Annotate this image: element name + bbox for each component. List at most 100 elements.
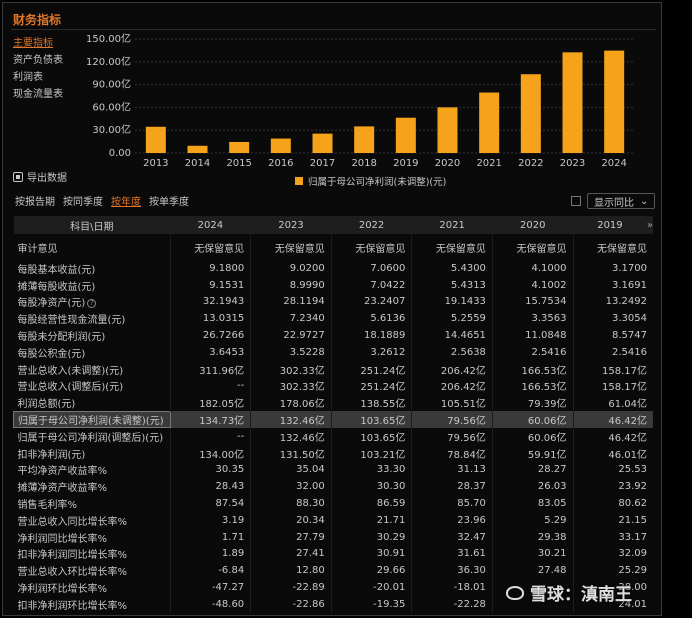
header-year[interactable]: 2022 bbox=[331, 216, 412, 234]
cell-value: 132.46亿 bbox=[250, 427, 332, 445]
cell-value: 5.2559 bbox=[411, 310, 493, 328]
cell-value: 9.1800 bbox=[169, 260, 251, 277]
row-label-text: 扣非净利润(元) bbox=[17, 449, 86, 461]
table-row[interactable]: 营业总收入环比增长率% -6.84 12.80 29.66 36.30 27.48 25.2… bbox=[14, 562, 653, 580]
cell-value: 5.29 bbox=[491, 511, 573, 529]
cell-value: 79.56亿 bbox=[411, 411, 493, 428]
info-icon[interactable]: ? bbox=[87, 298, 97, 308]
table-row[interactable]: 摊薄净资产收益率% 28.43 32.00 30.30 28.37 26.03 23.92 bbox=[14, 478, 653, 496]
table-row[interactable]: 每股未分配利润(元) 26.7266 22.9727 18.1889 14.4651 11… bbox=[14, 327, 653, 344]
cell-value: 86.59 bbox=[330, 495, 412, 512]
row-label: 平均净资产收益率% bbox=[14, 462, 171, 479]
cell-value: 3.3054 bbox=[572, 310, 653, 328]
cell-value: 79.39亿 bbox=[491, 394, 573, 412]
cell-value: 7.2340 bbox=[250, 310, 332, 328]
cell-value: 30.35 bbox=[169, 461, 251, 479]
bar bbox=[562, 52, 583, 153]
y-tick-label: 90.00亿 bbox=[92, 78, 131, 91]
table-row[interactable]: 每股基本收益(元) 9.1800 9.0200 7.0600 5.4300 4.1000 3… bbox=[14, 260, 653, 277]
row-label-text: 摊薄净资产收益率% bbox=[17, 483, 108, 495]
period-tab[interactable]: 按年度 bbox=[111, 193, 141, 208]
cell-value: 132.46亿 bbox=[250, 411, 332, 428]
header-year[interactable]: 2024 bbox=[170, 216, 251, 234]
yoy-toggle: 显示同比 ⌄ bbox=[571, 193, 656, 209]
cell-value: 33.30 bbox=[330, 461, 412, 479]
yoy-dropdown[interactable]: 显示同比 ⌄ bbox=[587, 193, 656, 209]
export-data-button[interactable]: 导出数据 bbox=[13, 169, 67, 184]
cell-value: 251.24亿 bbox=[330, 360, 412, 378]
header-year[interactable]: 2023 bbox=[250, 216, 332, 234]
table-row[interactable]: 销售毛利率% 87.54 88.30 86.59 85.70 83.05 80.62 bbox=[14, 495, 653, 512]
period-tab[interactable]: 按单季度 bbox=[149, 193, 189, 208]
table-row[interactable]: 营业总收入(未调整)(元) 311.96亿 302.33亿 251.24亿 206.42… bbox=[14, 360, 653, 378]
x-tick-label: 2016 bbox=[268, 158, 293, 169]
x-tick-label: 2017 bbox=[310, 158, 335, 169]
period-tab[interactable]: 按同季度 bbox=[63, 193, 103, 208]
x-tick-label: 2020 bbox=[435, 158, 460, 169]
table-header-row: 科目\日期 2024 2023 2022 2021 2020 2019» bbox=[13, 216, 653, 234]
table-row[interactable]: 每股净资产(元)? 32.1943 28.1194 23.2407 19.1433 15.… bbox=[14, 293, 653, 311]
row-label: 利润总额(元) bbox=[14, 394, 171, 411]
export-icon bbox=[13, 171, 23, 182]
row-label: 营业总收入(调整后)(元) bbox=[14, 378, 171, 395]
cell-value: 88.30 bbox=[250, 495, 332, 512]
cell-value: 46.42亿 bbox=[572, 411, 653, 428]
row-label-text: 每股基本收益(元) bbox=[17, 264, 96, 276]
cell-value: 26.7266 bbox=[169, 327, 251, 344]
table-row[interactable]: 归属于母公司净利润(未调整)(元) 134.73亿 132.46亿 103.65亿 79… bbox=[13, 410, 653, 429]
financial-panel: 财务指标 主要指标 资产负债表 利润表 现金流量表 150.00亿 120.00亿 90.… bbox=[2, 2, 662, 616]
table-row[interactable]: 营业总收入同比增长率% 3.19 20.34 21.71 23.96 5.29 21.15 bbox=[14, 511, 653, 529]
table-row[interactable]: 每股公积金(元) 3.6453 3.5228 3.2612 2.5638 2.5416 2.… bbox=[14, 343, 653, 361]
table-row[interactable]: 净利润同比增长率% 1.71 27.79 30.29 32.47 29.38 33.17 bbox=[14, 528, 653, 546]
cell-value: 29.66 bbox=[330, 562, 412, 580]
table-row[interactable]: 审计意见 无保留意见 无保留意见 无保留意见 无保留意见 无保留意见 无保留意见 bbox=[14, 234, 653, 260]
cell-value: 103.65亿 bbox=[330, 427, 412, 445]
cell-value: 3.1691 bbox=[572, 276, 653, 294]
cell-value: 无保留意见 bbox=[411, 234, 493, 260]
row-label: 每股基本收益(元) bbox=[14, 260, 171, 277]
cell-value: -20.01 bbox=[330, 579, 412, 596]
row-label-text: 摊薄每股收益(元) bbox=[17, 281, 96, 293]
legend-label: 归属于母公司净利润(未调整)(元) bbox=[308, 176, 446, 188]
table-row[interactable]: 利润总额(元) 182.05亿 178.06亿 138.55亿 105.51亿 79.39… bbox=[14, 394, 653, 412]
cell-value: 13.2492 bbox=[572, 293, 653, 311]
table-row[interactable]: 每股经营性现金流量(元) 13.0315 7.2340 5.6136 5.2559 3.3… bbox=[14, 310, 653, 328]
row-label: 销售毛利率% bbox=[14, 495, 171, 512]
header-year[interactable]: 2021 bbox=[411, 216, 493, 234]
cell-value: 30.21 bbox=[491, 545, 573, 563]
x-tick-label: 2014 bbox=[185, 158, 210, 169]
row-label-text: 每股公积金(元) bbox=[17, 348, 86, 360]
table-row[interactable]: 扣非净利润(元) 134.00亿 131.50亿 103.21亿 78.84亿 59.91… bbox=[14, 444, 653, 462]
cell-value: 3.19 bbox=[169, 511, 251, 529]
header-year[interactable]: 2020 bbox=[492, 216, 573, 234]
row-label: 每股未分配利润(元) bbox=[14, 327, 171, 344]
cell-value: 158.17亿 bbox=[572, 377, 653, 395]
yoy-checkbox[interactable] bbox=[571, 196, 581, 206]
table-row[interactable]: 平均净资产收益率% 30.35 35.04 33.30 31.13 28.27 25.53 bbox=[14, 461, 653, 479]
cell-value: 23.96 bbox=[411, 511, 493, 529]
header-year[interactable]: 2019» bbox=[573, 216, 653, 234]
table-row[interactable]: 归属于母公司净利润(调整后)(元) -- 132.46亿 103.65亿 79.56亿 6… bbox=[14, 427, 653, 445]
row-label: 摊薄每股收益(元) bbox=[14, 277, 171, 294]
bar bbox=[354, 126, 375, 153]
row-label: 扣非净利润环比增长率% bbox=[14, 596, 171, 613]
period-tab[interactable]: 按报告期 bbox=[15, 193, 55, 208]
cell-value: 28.27 bbox=[491, 461, 573, 479]
cell-value: 134.00亿 bbox=[169, 444, 251, 462]
row-label-text: 净利润同比增长率% bbox=[17, 533, 108, 545]
cell-value: 33.17 bbox=[572, 528, 653, 546]
cell-value: 27.79 bbox=[250, 528, 332, 546]
cell-value: 105.51亿 bbox=[411, 394, 493, 412]
x-tick-label: 2013 bbox=[143, 158, 168, 169]
bar bbox=[187, 145, 208, 153]
scroll-right-icon[interactable]: » bbox=[647, 220, 653, 231]
table-row[interactable]: 摊薄每股收益(元) 9.1531 8.9990 7.0422 5.4313 4.1002 3… bbox=[14, 276, 653, 294]
cell-value: 无保留意见 bbox=[572, 234, 653, 260]
table-row[interactable]: 营业总收入(调整后)(元) -- 302.33亿 251.24亿 206.42亿 166.… bbox=[14, 377, 653, 395]
table-row[interactable]: 扣非净利润同比增长率% 1.89 27.41 30.91 31.61 30.21 32.09 bbox=[14, 545, 653, 563]
period-tabs: 按报告期 按同季度 按年度 按单季度 bbox=[15, 193, 189, 208]
cell-value: 5.6136 bbox=[330, 310, 412, 328]
cell-value: 32.09 bbox=[572, 545, 653, 563]
cell-value: -47.27 bbox=[169, 579, 251, 596]
cell-value: 7.0422 bbox=[330, 276, 412, 294]
